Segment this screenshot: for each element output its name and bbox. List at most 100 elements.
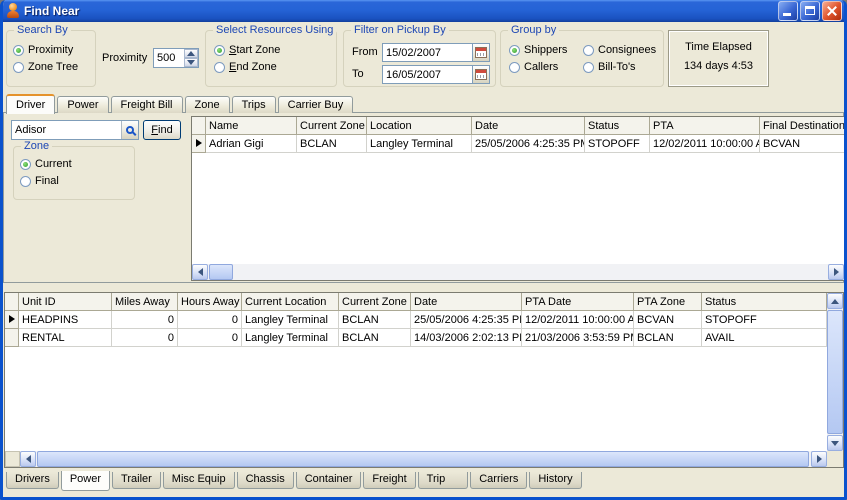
bottom-tab-chassis[interactable]: Chassis [237, 472, 294, 489]
scroll-right-button[interactable] [828, 264, 844, 280]
grid-cell[interactable]: AVAIL [702, 329, 827, 347]
radio-zone-tree[interactable]: Zone Tree [13, 60, 78, 74]
bottom-tab-drivers[interactable]: Drivers [6, 472, 59, 489]
col-header-current-zone[interactable]: Current Zone [297, 117, 367, 135]
power-grid-vertical-scrollbar[interactable] [827, 293, 843, 451]
grid-cell[interactable]: 0 [178, 329, 242, 347]
spin-down-button[interactable] [184, 58, 198, 67]
grid-cell[interactable]: Adrian Gigi [206, 135, 297, 153]
col-header-current-location[interactable]: Current Location [242, 293, 339, 311]
grid-cell[interactable]: 14/03/2006 2:02:13 PM [411, 329, 522, 347]
scroll-left-button[interactable] [192, 264, 208, 280]
grid-cell[interactable]: BCVAN [760, 135, 844, 153]
grid-cell[interactable]: BCLAN [339, 329, 411, 347]
col-header-pta[interactable]: PTA [650, 117, 760, 135]
col-header-current-zone[interactable]: Current Zone [339, 293, 411, 311]
col-header-pta-zone[interactable]: PTA Zone [634, 293, 702, 311]
radio-zone-current[interactable]: Current [20, 157, 72, 171]
grid-cell[interactable]: BCVAN [634, 311, 702, 329]
bottom-tab-history[interactable]: History [529, 472, 581, 489]
col-header-final-destination[interactable]: Final Destination [760, 117, 844, 135]
col-header-date[interactable]: Date [411, 293, 522, 311]
grid-cell[interactable]: BCLAN [634, 329, 702, 347]
grid-cell[interactable]: STOPOFF [702, 311, 827, 329]
from-date-input[interactable] [382, 43, 472, 62]
maximize-button[interactable] [800, 1, 820, 21]
grid-cell[interactable]: BCLAN [297, 135, 367, 153]
select-resources-caption: Select Resources Using [213, 24, 336, 36]
col-header-status[interactable]: Status [585, 117, 650, 135]
scroll-up-button[interactable] [827, 293, 843, 309]
proximity-input[interactable] [154, 49, 184, 67]
to-date-input[interactable] [382, 65, 472, 84]
grid-cell[interactable]: Langley Terminal [242, 329, 339, 347]
from-calendar-button[interactable] [472, 43, 490, 62]
bottom-tab-freight[interactable]: Freight [363, 472, 415, 489]
titlebar[interactable]: Find Near [0, 0, 847, 22]
grid-cell[interactable]: 0 [112, 329, 178, 347]
grid-cell[interactable]: Langley Terminal [242, 311, 339, 329]
bottom-tab-misc-equip[interactable]: Misc Equip [163, 472, 235, 489]
driver-grid-horizontal-scrollbar[interactable] [192, 264, 844, 280]
col-header-status[interactable]: Status [702, 293, 827, 311]
bottom-tab-container[interactable]: Container [296, 472, 362, 489]
radio-end-zone[interactable]: End Zone [214, 60, 277, 74]
col-header-date[interactable]: Date [472, 117, 585, 135]
radio-bill-tos[interactable]: Bill-To's [583, 60, 636, 74]
scrollbar-thumb[interactable] [827, 310, 843, 434]
to-calendar-button[interactable] [472, 65, 490, 84]
app-icon [5, 3, 21, 19]
tab-power[interactable]: Power [57, 96, 108, 113]
driver-search-input[interactable] [12, 121, 121, 139]
spin-up-button[interactable] [184, 49, 198, 58]
col-header-miles-away[interactable]: Miles Away [112, 293, 178, 311]
scrollbar-thumb[interactable] [209, 264, 233, 280]
bottom-tab-carriers[interactable]: Carriers [470, 472, 527, 489]
scroll-right-button[interactable] [811, 451, 827, 467]
radio-proximity[interactable]: Proximity [13, 43, 73, 57]
scroll-down-button[interactable] [827, 435, 843, 451]
radio-callers[interactable]: Callers [509, 60, 558, 74]
close-button[interactable] [822, 1, 842, 21]
radio-zone-final[interactable]: Final [20, 174, 59, 188]
radio-consignees[interactable]: Consignees [583, 43, 656, 57]
table-row[interactable]: HEADPINS 0 0 Langley Terminal BCLAN 25/0… [5, 311, 827, 329]
grid-cell[interactable]: Langley Terminal [367, 135, 472, 153]
col-header-name[interactable]: Name [206, 117, 297, 135]
grid-cell[interactable]: STOPOFF [585, 135, 650, 153]
minimize-button[interactable] [778, 1, 798, 21]
tab-driver[interactable]: Driver [6, 94, 55, 114]
col-header-pta-date[interactable]: PTA Date [522, 293, 634, 311]
grid-cell[interactable]: 25/05/2006 4:25:35 PM [411, 311, 522, 329]
grid-cell[interactable]: 25/05/2006 4:25:35 PM [472, 135, 585, 153]
grid-cell[interactable]: 21/03/2006 3:53:59 PM [522, 329, 634, 347]
tab-carrier-buy[interactable]: Carrier Buy [278, 96, 354, 113]
driver-results-grid: Name Current Zone Location Date Status P… [191, 116, 844, 281]
grid-cell[interactable]: RENTAL [19, 329, 112, 347]
power-grid-horizontal-scrollbar[interactable] [5, 451, 827, 467]
table-row[interactable]: Adrian Gigi BCLAN Langley Terminal 25/05… [192, 135, 844, 153]
scroll-left-button[interactable] [20, 451, 36, 467]
find-button[interactable]: Find [143, 120, 181, 140]
grid-cell[interactable]: BCLAN [339, 311, 411, 329]
grid-cell[interactable]: 12/02/2011 10:00:00 AM [522, 311, 634, 329]
col-header-hours-away[interactable]: Hours Away [178, 293, 242, 311]
scrollbar-thumb[interactable] [37, 451, 809, 467]
tab-trips[interactable]: Trips [232, 96, 276, 113]
grid-cell[interactable]: HEADPINS [19, 311, 112, 329]
bottom-tab-trailer[interactable]: Trailer [112, 472, 161, 489]
col-header-unit-id[interactable]: Unit ID [19, 293, 112, 311]
grid-cell[interactable]: 12/02/2011 10:00:00 AM [650, 135, 760, 153]
radio-shippers[interactable]: Shippers [509, 43, 567, 57]
grid-cell[interactable]: 0 [178, 311, 242, 329]
table-row[interactable]: RENTAL 0 0 Langley Terminal BCLAN 14/03/… [5, 329, 827, 347]
lookup-button[interactable] [121, 121, 138, 139]
tab-zone[interactable]: Zone [185, 96, 230, 113]
bottom-tab-trip[interactable]: Trip [418, 472, 469, 489]
zone-group: Zone Current Final [13, 146, 135, 200]
col-header-location[interactable]: Location [367, 117, 472, 135]
grid-cell[interactable]: 0 [112, 311, 178, 329]
radio-start-zone[interactable]: Start Zone [214, 43, 280, 57]
bottom-tab-power[interactable]: Power [61, 471, 110, 491]
tab-freight-bill[interactable]: Freight Bill [111, 96, 183, 113]
